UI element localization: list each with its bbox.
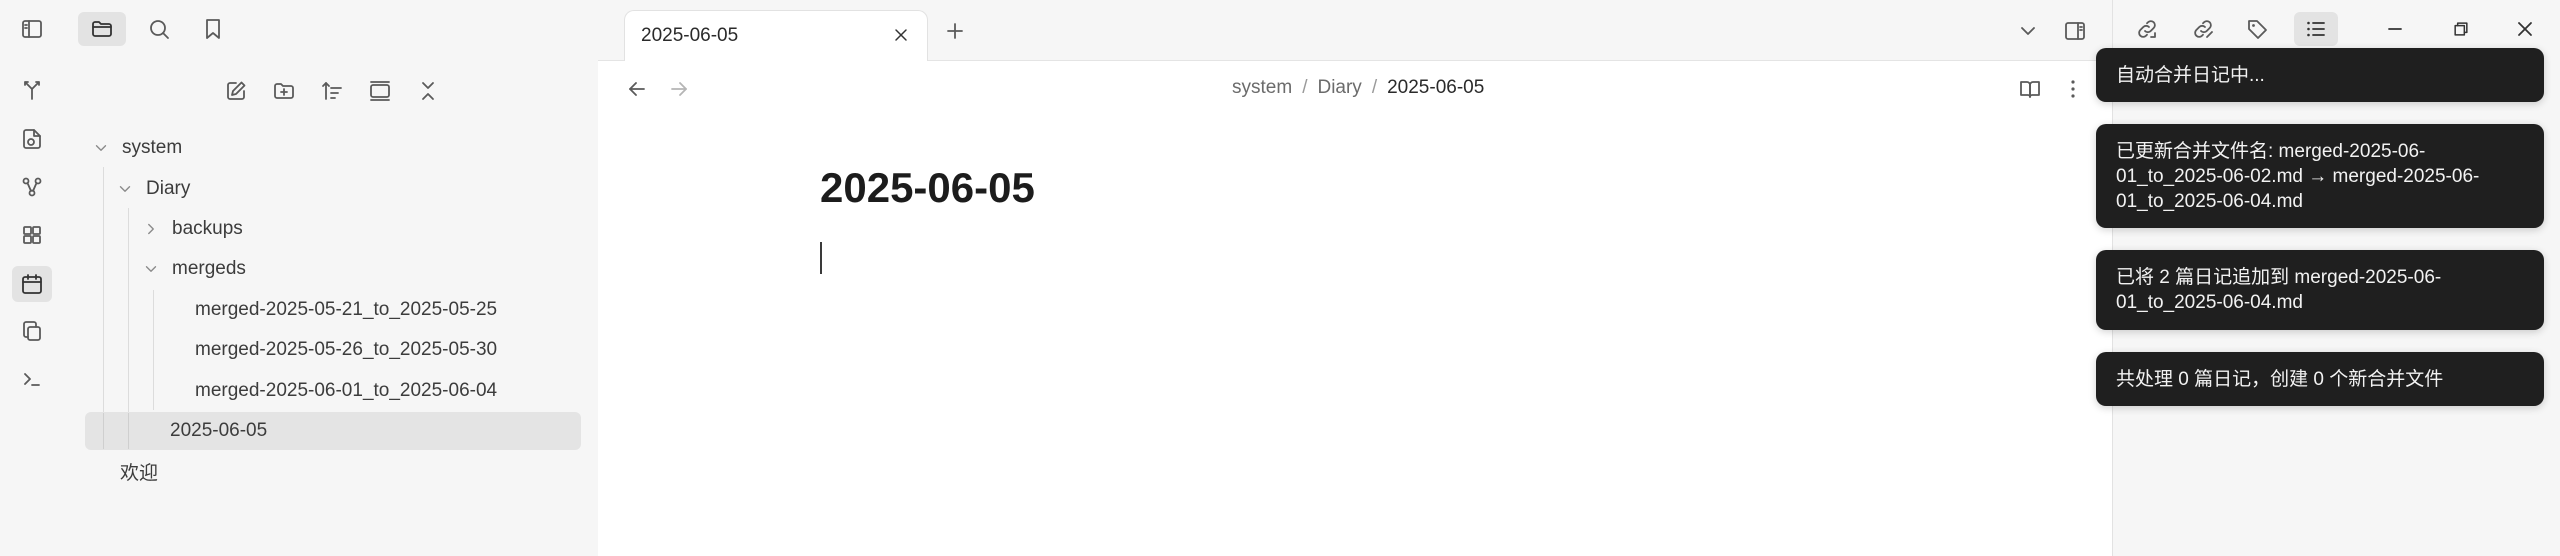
graph-icon[interactable] <box>17 172 47 202</box>
auto-reveal-icon[interactable] <box>365 76 395 106</box>
tab-active[interactable]: 2025-06-05 <box>624 10 928 61</box>
file-sync-icon[interactable] <box>17 124 47 154</box>
list-icon <box>2304 17 2328 41</box>
tree-file-merged-3[interactable]: merged-2025-06-01_to_2025-06-04 <box>195 372 497 410</box>
outline-tab[interactable] <box>2294 12 2338 46</box>
tree-label: system <box>122 137 183 158</box>
new-note-icon[interactable] <box>221 76 251 106</box>
backlinks-icon[interactable] <box>2132 14 2162 44</box>
notice-toast[interactable]: 已更新合并文件名: merged-2025-06- 01_to_2025-06-… <box>2096 124 2544 228</box>
new-tab-icon[interactable] <box>940 16 970 46</box>
tree-file-current[interactable]: 2025-06-05 <box>85 412 581 450</box>
new-folder-icon[interactable] <box>269 76 299 106</box>
folder-icon <box>90 17 114 41</box>
notice-text: 共处理 0 篇日记，创建 0 个新合并文件 <box>2116 368 2444 390</box>
tags-icon[interactable] <box>2243 14 2273 44</box>
tree-label: backups <box>172 218 243 239</box>
file-explorer-tab[interactable] <box>78 12 126 46</box>
tree-label: merged-2025-05-26_to_2025-05-30 <box>195 339 498 360</box>
tree-label: Diary <box>146 178 191 199</box>
chevron-down-icon <box>142 260 160 278</box>
more-options-icon[interactable] <box>2058 74 2088 104</box>
tree-folder-system[interactable]: system <box>92 129 182 167</box>
tree-label: 欢迎 <box>120 462 159 484</box>
forward-arrow-icon[interactable] <box>664 74 694 104</box>
tab-title: 2025-06-05 <box>641 25 739 46</box>
text-cursor <box>820 242 822 274</box>
breadcrumb: system / Diary / 2025-06-05 <box>1232 77 1484 99</box>
tree-guide <box>103 167 104 450</box>
breadcrumb-current[interactable]: 2025-06-05 <box>1387 77 1484 99</box>
tree-label: merged-2025-06-01_to_2025-06-04 <box>195 380 498 401</box>
breadcrumb-diary[interactable]: Diary <box>1317 77 1361 99</box>
tree-label: merged-2025-05-21_to_2025-05-25 <box>195 299 498 320</box>
notice-toast[interactable]: 共处理 0 篇日记，创建 0 个新合并文件 <box>2096 352 2544 406</box>
back-arrow-icon[interactable] <box>622 74 652 104</box>
tree-file-merged-2[interactable]: merged-2025-05-26_to_2025-05-30 <box>195 331 497 369</box>
chevron-down-icon <box>92 139 110 157</box>
merge-icon[interactable] <box>17 75 47 105</box>
terminal-icon[interactable] <box>17 364 47 394</box>
collapse-all-icon[interactable] <box>413 76 443 106</box>
plugins-icon[interactable] <box>17 220 47 250</box>
bookmark-icon[interactable] <box>198 14 228 44</box>
notice-toast[interactable]: 已将 2 篇日记追加到 merged-2025-06- 01_to_2025-0… <box>2096 250 2544 330</box>
breadcrumb-separator: / <box>1302 77 1308 98</box>
chevron-right-icon <box>142 220 160 238</box>
tree-guide <box>128 413 129 449</box>
search-icon[interactable] <box>144 14 174 44</box>
tab-list-chevron-icon[interactable] <box>2013 16 2043 46</box>
tree-folder-backups[interactable]: backups <box>142 210 243 248</box>
restore-icon[interactable] <box>2446 14 2476 44</box>
tree-label: 2025-06-05 <box>170 420 268 441</box>
notice-text: 自动合并日记中... <box>2116 64 2265 86</box>
tree-guide <box>103 413 104 449</box>
sidebar-toggle-icon[interactable] <box>17 14 47 44</box>
notice-text: 已更新合并文件名: merged-2025-06- 01_to_2025-06-… <box>2116 140 2480 212</box>
tree-file-merged-1[interactable]: merged-2025-05-21_to_2025-05-25 <box>195 291 497 329</box>
tree-file-welcome[interactable]: 欢迎 <box>120 452 158 490</box>
tree-guide <box>153 290 154 410</box>
notice-toast[interactable]: 自动合并日记中... <box>2096 48 2544 102</box>
tree-folder-diary[interactable]: Diary <box>116 170 190 208</box>
minimize-icon[interactable] <box>2380 14 2410 44</box>
notice-text: 已将 2 篇日记追加到 merged-2025-06- 01_to_2025-0… <box>2116 267 2442 313</box>
close-tab-icon[interactable] <box>887 21 915 49</box>
reading-view-icon[interactable] <box>2015 74 2045 104</box>
copy-icon[interactable] <box>17 316 47 346</box>
sort-icon[interactable] <box>317 76 347 106</box>
tree-label: mergeds <box>172 258 246 279</box>
outgoing-links-icon[interactable] <box>2188 14 2218 44</box>
tree-folder-mergeds[interactable]: mergeds <box>142 250 246 288</box>
calendar-ribbon-button[interactable] <box>12 266 52 302</box>
breadcrumb-separator: / <box>1371 77 1378 98</box>
chevron-down-icon <box>116 180 134 198</box>
editor-pane <box>598 61 2112 556</box>
right-sidebar-toggle-icon[interactable] <box>2060 16 2090 46</box>
close-window-icon[interactable] <box>2510 14 2540 44</box>
calendar-icon <box>20 272 44 296</box>
breadcrumb-system[interactable]: system <box>1232 77 1292 99</box>
document-title[interactable]: 2025-06-05 <box>820 164 1035 212</box>
